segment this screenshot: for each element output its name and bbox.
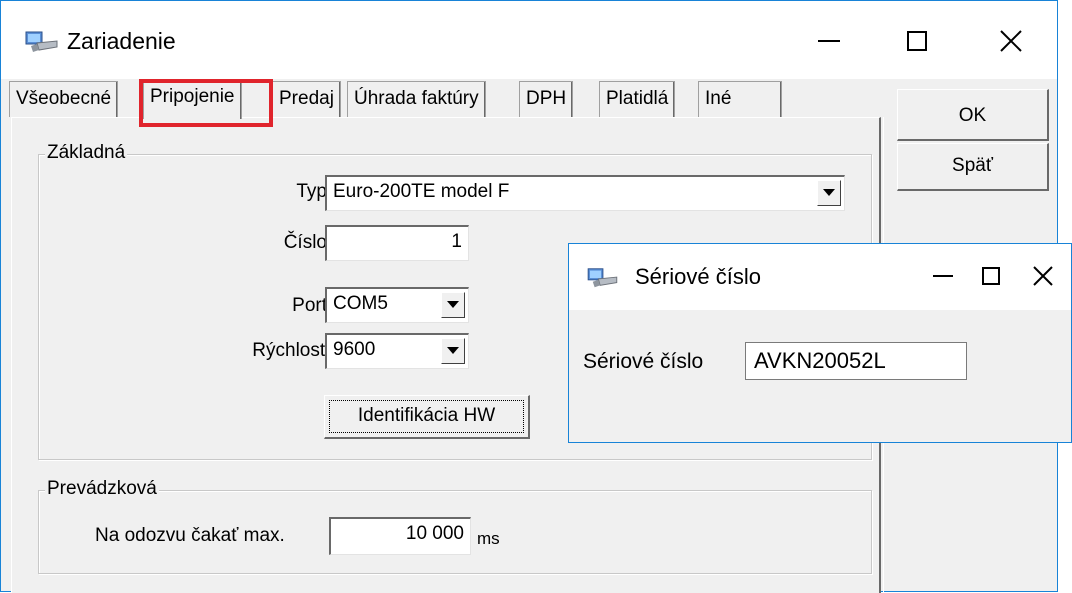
chevron-down-icon (447, 301, 459, 308)
close-icon (1033, 266, 1053, 286)
serial-number-dialog: Sériové číslo Sériové číslo AVKN20052L (568, 243, 1072, 443)
timeout-label: Na odozvu čakať max. (95, 525, 285, 546)
tab-platidla[interactable]: Platidlá (599, 81, 676, 117)
identify-hw-button[interactable]: Identifikácia HW (324, 395, 530, 439)
group-prevadzkova-title: Prevádzková (45, 478, 159, 500)
maximize-icon (982, 267, 1000, 285)
chevron-down-icon (823, 189, 835, 196)
speed-label: Rýchlosť (252, 340, 327, 361)
tab-dph[interactable]: DPH (519, 81, 574, 117)
serial-dialog-title: Sériové číslo (635, 264, 761, 289)
tab-predaj[interactable]: Predaj (272, 81, 341, 117)
tab-pripojenie[interactable]: Pripojenie (143, 79, 242, 119)
back-button[interactable]: Späť (897, 143, 1049, 191)
port-dropdown-button[interactable] (441, 292, 465, 318)
serial-dialog-titlebar[interactable]: Sériové číslo (569, 244, 1071, 310)
number-label: Číslo (283, 232, 327, 253)
tab-ine[interactable]: Iné (698, 81, 782, 117)
group-prevadzkova: Prevádzková Na odozvu čakať max. 10 000 … (38, 478, 872, 574)
tab-uhrada-faktury[interactable]: Úhrada faktúry (347, 81, 486, 117)
timeout-field[interactable]: 10 000 (329, 517, 471, 555)
type-select-value: Euro-200TE model F (333, 181, 510, 202)
port-select-value: COM5 (333, 293, 388, 314)
minimize-icon (818, 40, 840, 42)
maximize-button[interactable] (889, 19, 945, 63)
tab-vseobecne[interactable]: Všeobecné (9, 81, 119, 117)
port-select[interactable]: COM5 (325, 287, 469, 323)
port-label: Port (292, 295, 327, 316)
serial-maximize-button[interactable] (969, 256, 1013, 296)
serial-close-button[interactable] (1021, 256, 1065, 296)
minimize-button[interactable] (801, 19, 857, 63)
serial-number-field[interactable]: AVKN20052L (745, 342, 967, 380)
speed-select-value: 9600 (333, 339, 376, 360)
maximize-icon (907, 31, 927, 51)
chevron-down-icon (447, 347, 459, 354)
minimize-icon (933, 275, 953, 277)
serial-number-label: Sériové číslo (583, 350, 704, 373)
number-field[interactable]: 1 (325, 225, 469, 261)
close-icon (1000, 30, 1022, 52)
type-dropdown-button[interactable] (817, 180, 841, 206)
main-titlebar[interactable]: Zariadenie (1, 1, 1057, 79)
tab-strip: Všeobecné Pripojenie Predaj Úhrada faktú… (9, 79, 879, 119)
close-button[interactable] (983, 19, 1039, 63)
type-select[interactable]: Euro-200TE model F (325, 175, 845, 211)
type-label: Typ (296, 181, 327, 202)
serial-minimize-button[interactable] (921, 256, 965, 296)
identify-hw-label: Identifikácia HW (329, 400, 524, 433)
group-zakladna-title: Základná (45, 142, 128, 164)
device-app-icon (23, 29, 59, 55)
ok-button[interactable]: OK (897, 89, 1049, 141)
device-app-icon (585, 266, 619, 290)
speed-dropdown-button[interactable] (441, 338, 465, 364)
timeout-unit: ms (477, 529, 500, 548)
speed-select[interactable]: 9600 (325, 333, 469, 369)
main-window-title: Zariadenie (67, 28, 176, 54)
